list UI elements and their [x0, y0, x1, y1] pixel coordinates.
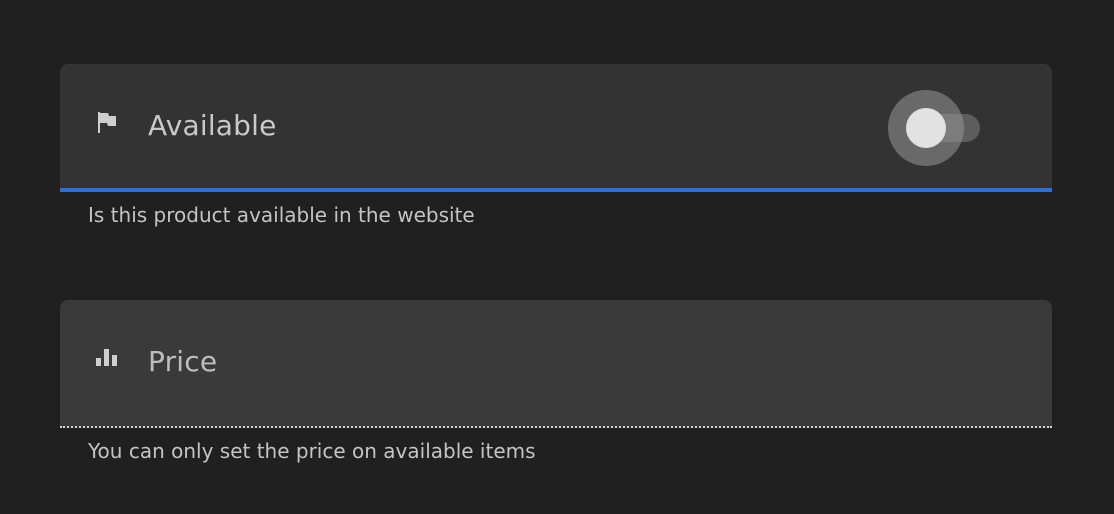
available-label: Available [148, 109, 277, 142]
price-field[interactable]: Price [60, 300, 1052, 428]
price-helper-text: You can only set the price on available … [88, 439, 536, 463]
available-field[interactable]: Available [60, 64, 1052, 192]
price-label: Price [148, 345, 218, 378]
flag-icon [96, 111, 120, 135]
available-helper-text: Is this product available in the website [88, 203, 475, 227]
bar-chart-icon [96, 347, 120, 371]
available-toggle[interactable] [888, 90, 984, 166]
toggle-thumb[interactable] [906, 108, 946, 148]
